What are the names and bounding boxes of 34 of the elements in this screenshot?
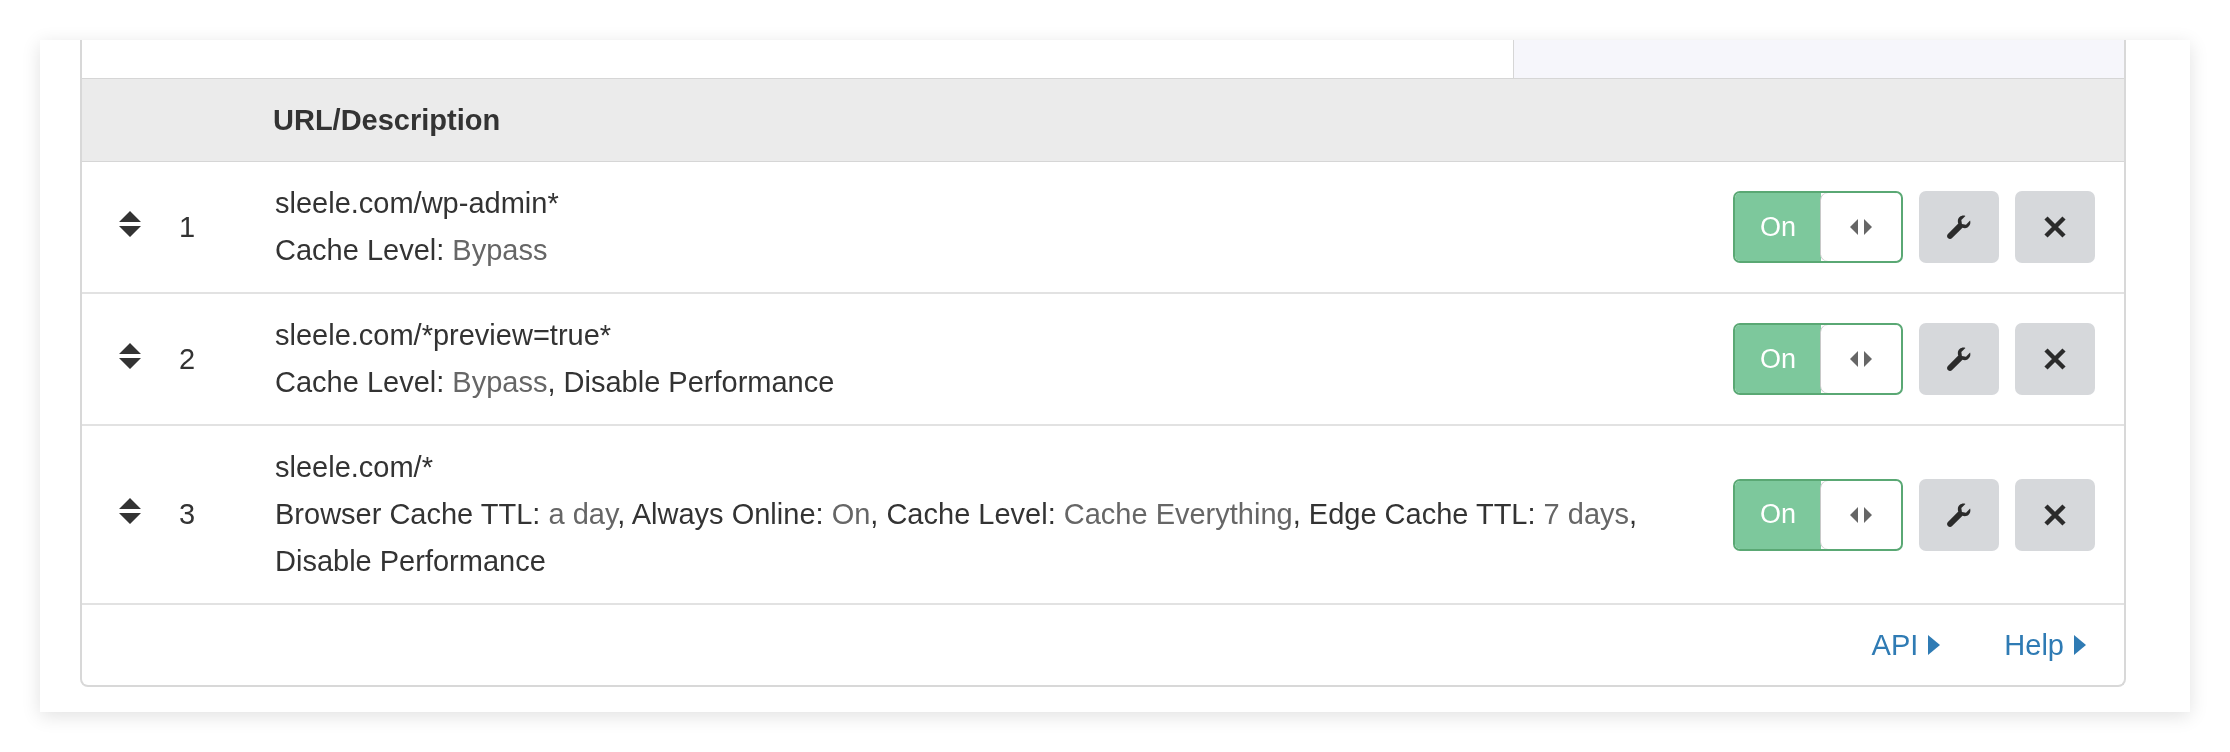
delete-button[interactable] — [2015, 191, 2095, 263]
footer-link[interactable]: Help — [2004, 628, 2086, 662]
delete-button[interactable] — [2015, 478, 2095, 551]
left-right-arrows-icon — [1850, 506, 1872, 523]
sort-icon[interactable] — [119, 498, 141, 524]
delete-button[interactable] — [2015, 323, 2095, 395]
close-icon — [2043, 347, 2067, 371]
toggle-switch[interactable]: On — [1733, 191, 1903, 263]
edit-button[interactable] — [1919, 478, 1999, 551]
sort-icon[interactable] — [119, 342, 141, 369]
footer-link[interactable]: API — [1871, 628, 1941, 662]
left-right-arrows-icon — [1850, 351, 1872, 367]
rule-url: sleele.com/*preview=true* — [275, 318, 613, 353]
column-header: URL/Description — [273, 103, 501, 137]
rule-description: Cache Level: Bypass, Disable Performance — [275, 365, 836, 400]
close-icon — [2043, 502, 2067, 527]
rule-url: sleele.com/* — [275, 450, 434, 485]
rule-description: Cache Level: Bypass — [275, 233, 549, 268]
caret-icon — [1928, 635, 1941, 655]
row-number: 2 — [179, 341, 197, 377]
left-right-arrows-icon — [1850, 219, 1872, 235]
edit-button[interactable] — [1919, 323, 1999, 395]
wrench-icon — [1945, 345, 1973, 373]
edit-button[interactable] — [1919, 191, 1999, 263]
sort-icon[interactable] — [119, 210, 141, 237]
toggle-switch[interactable]: On — [1733, 323, 1903, 395]
toggle-switch[interactable]: On — [1733, 478, 1903, 551]
row-number: 1 — [179, 209, 197, 245]
close-icon — [2043, 215, 2067, 239]
wrench-icon — [1945, 213, 1973, 241]
row-number: 3 — [179, 497, 197, 532]
caret-icon — [2074, 635, 2086, 655]
rule-url: sleele.com/wp-admin* — [275, 186, 560, 221]
rule-description: Browser Cache TTL: a day, Always Online: On, Cache Level: Cache Everything, Edge Cache TTL: 7 days, Disable Performance — [275, 497, 1639, 579]
